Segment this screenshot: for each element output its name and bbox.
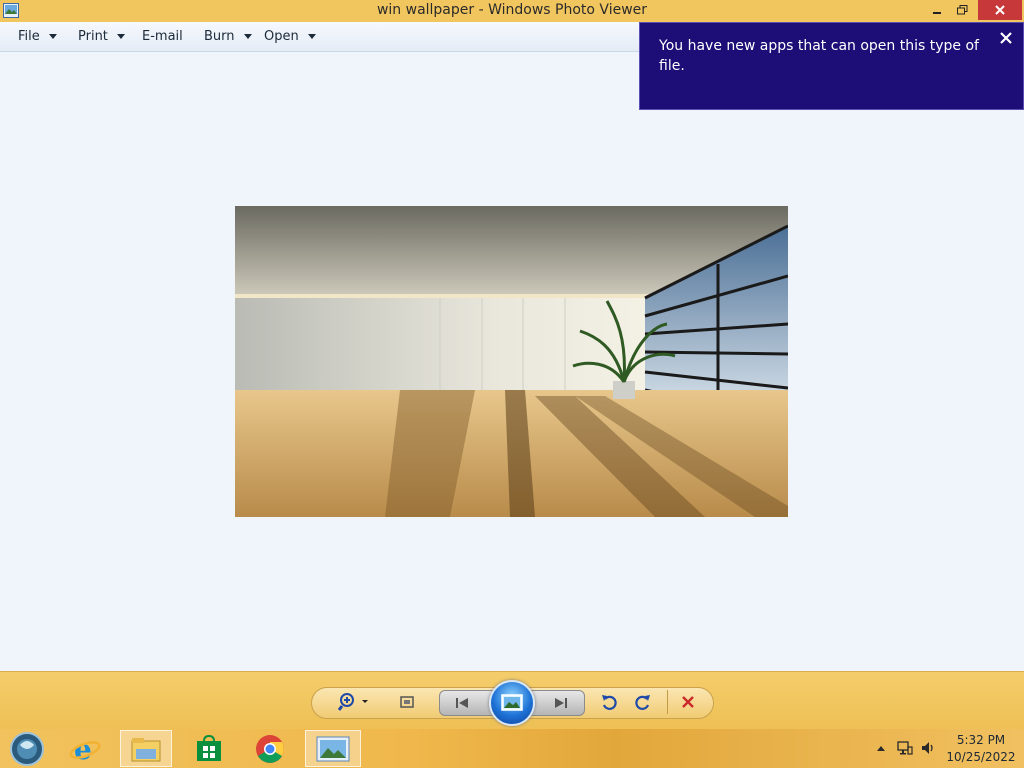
- actual-size-icon: [400, 696, 414, 708]
- clock-date[interactable]: 10/25/2022: [942, 750, 1020, 764]
- actual-size-button[interactable]: [396, 692, 418, 712]
- menu-print-label: Print: [78, 29, 108, 44]
- next-button[interactable]: [546, 692, 576, 714]
- next-icon: [555, 698, 567, 708]
- previous-button[interactable]: [447, 692, 477, 714]
- window-title: win wallpaper - Windows Photo Viewer: [376, 2, 648, 18]
- menu-open-label: Open: [264, 29, 299, 44]
- wallpaper-image-graphic: [235, 206, 788, 517]
- start-button[interactable]: [4, 730, 50, 767]
- menu-file-label: File: [18, 29, 40, 44]
- rotate-clockwise-icon: [635, 695, 650, 710]
- taskbar: e: [0, 729, 1024, 768]
- title-bar: win wallpaper - Windows Photo Viewer: [0, 0, 1024, 22]
- network-icon[interactable]: [897, 740, 913, 756]
- file-explorer-icon: [131, 737, 161, 761]
- menu-print[interactable]: Print: [78, 29, 125, 44]
- delete-button[interactable]: [677, 692, 699, 712]
- image-viewport[interactable]: [0, 52, 1024, 671]
- menu-burn[interactable]: Burn: [204, 29, 252, 44]
- chevron-down-icon: [243, 34, 252, 39]
- taskbar-internet-explorer[interactable]: e: [62, 730, 108, 767]
- rotate-clockwise-button[interactable]: [632, 692, 654, 712]
- restore-button[interactable]: [950, 0, 974, 20]
- svg-text:e: e: [74, 734, 92, 764]
- photo-viewer-icon: [316, 736, 350, 761]
- chrome-icon: [256, 734, 284, 763]
- chevron-down-icon: [116, 34, 125, 39]
- restore-icon: [956, 5, 967, 15]
- volume-icon[interactable]: [920, 740, 936, 756]
- menu-email[interactable]: E-mail: [142, 29, 183, 44]
- zoom-icon: [338, 693, 368, 711]
- wallpaper-image: [235, 206, 788, 517]
- menu-email-label: E-mail: [142, 29, 183, 44]
- previous-icon: [456, 698, 468, 708]
- control-separator: [667, 690, 668, 714]
- taskbar-store[interactable]: [183, 730, 235, 767]
- menu-burn-label: Burn: [204, 29, 235, 44]
- menu-open[interactable]: Open: [264, 29, 316, 44]
- close-icon: [995, 5, 1005, 15]
- taskbar-file-explorer[interactable]: [120, 730, 172, 767]
- slideshow-icon: [501, 694, 523, 711]
- rotate-counterclockwise-button[interactable]: [598, 692, 620, 712]
- taskbar-chrome[interactable]: [244, 730, 296, 767]
- slideshow-button[interactable]: [489, 680, 535, 726]
- store-icon: [197, 734, 221, 761]
- chevron-down-icon: [48, 34, 57, 39]
- taskbar-photo-viewer[interactable]: [305, 730, 361, 767]
- minimize-button[interactable]: [925, 0, 949, 20]
- notification-close-button[interactable]: [1000, 29, 1012, 48]
- notification-message: You have new apps that can open this typ…: [659, 38, 979, 74]
- delete-icon: [682, 696, 694, 708]
- close-icon: [1000, 32, 1012, 44]
- new-apps-notification[interactable]: You have new apps that can open this typ…: [639, 22, 1024, 110]
- minimize-icon: [933, 12, 941, 14]
- menu-file[interactable]: File: [18, 29, 57, 44]
- chevron-down-icon: [307, 34, 316, 39]
- zoom-button[interactable]: [337, 692, 373, 712]
- start-orb-icon: [10, 731, 44, 766]
- rotate-counterclockwise-icon: [602, 695, 617, 710]
- close-window-button[interactable]: [978, 0, 1022, 20]
- show-hidden-icons[interactable]: [876, 744, 886, 752]
- internet-explorer-icon: e: [69, 734, 101, 764]
- clock-time[interactable]: 5:32 PM: [942, 733, 1020, 747]
